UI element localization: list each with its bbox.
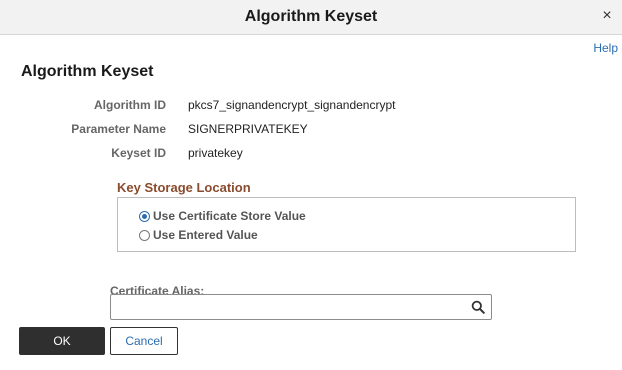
algorithm-id-label: Algorithm ID [94, 98, 166, 112]
radio-checked-icon[interactable] [139, 210, 150, 222]
key-storage-location-title: Key Storage Location [117, 180, 251, 195]
radio-label: Use Entered Value [153, 228, 258, 242]
keyset-id-value: privatekey [188, 146, 243, 160]
help-link[interactable]: Help [593, 41, 618, 55]
algorithm-keyset-dialog: Algorithm Keyset × Help Algorithm Keyset… [0, 0, 622, 370]
key-storage-radio-group: Use Certificate Store Value Use Entered … [117, 197, 576, 252]
keyset-id-label: Keyset ID [111, 146, 166, 160]
radio-unchecked-icon[interactable] [139, 229, 150, 241]
certificate-alias-input[interactable] [115, 298, 467, 318]
parameter-name-label: Parameter Name [71, 122, 166, 136]
ok-button[interactable]: OK [19, 327, 105, 355]
dialog-title: Algorithm Keyset [244, 8, 378, 25]
radio-label: Use Certificate Store Value [153, 209, 306, 223]
search-icon[interactable] [471, 300, 485, 314]
radio-use-entered-value[interactable]: Use Entered Value [139, 228, 258, 242]
parameter-name-value: SIGNERPRIVATEKEY [188, 122, 308, 136]
page-title: Algorithm Keyset [21, 63, 154, 80]
cancel-button[interactable]: Cancel [110, 327, 178, 355]
radio-use-certificate-store-value[interactable]: Use Certificate Store Value [139, 209, 306, 223]
dialog-titlebar: Algorithm Keyset × [0, 0, 622, 35]
close-icon[interactable]: × [600, 8, 614, 24]
algorithm-id-value: pkcs7_signandencrypt_signandencrypt [188, 98, 396, 112]
certificate-alias-field[interactable] [110, 294, 492, 320]
